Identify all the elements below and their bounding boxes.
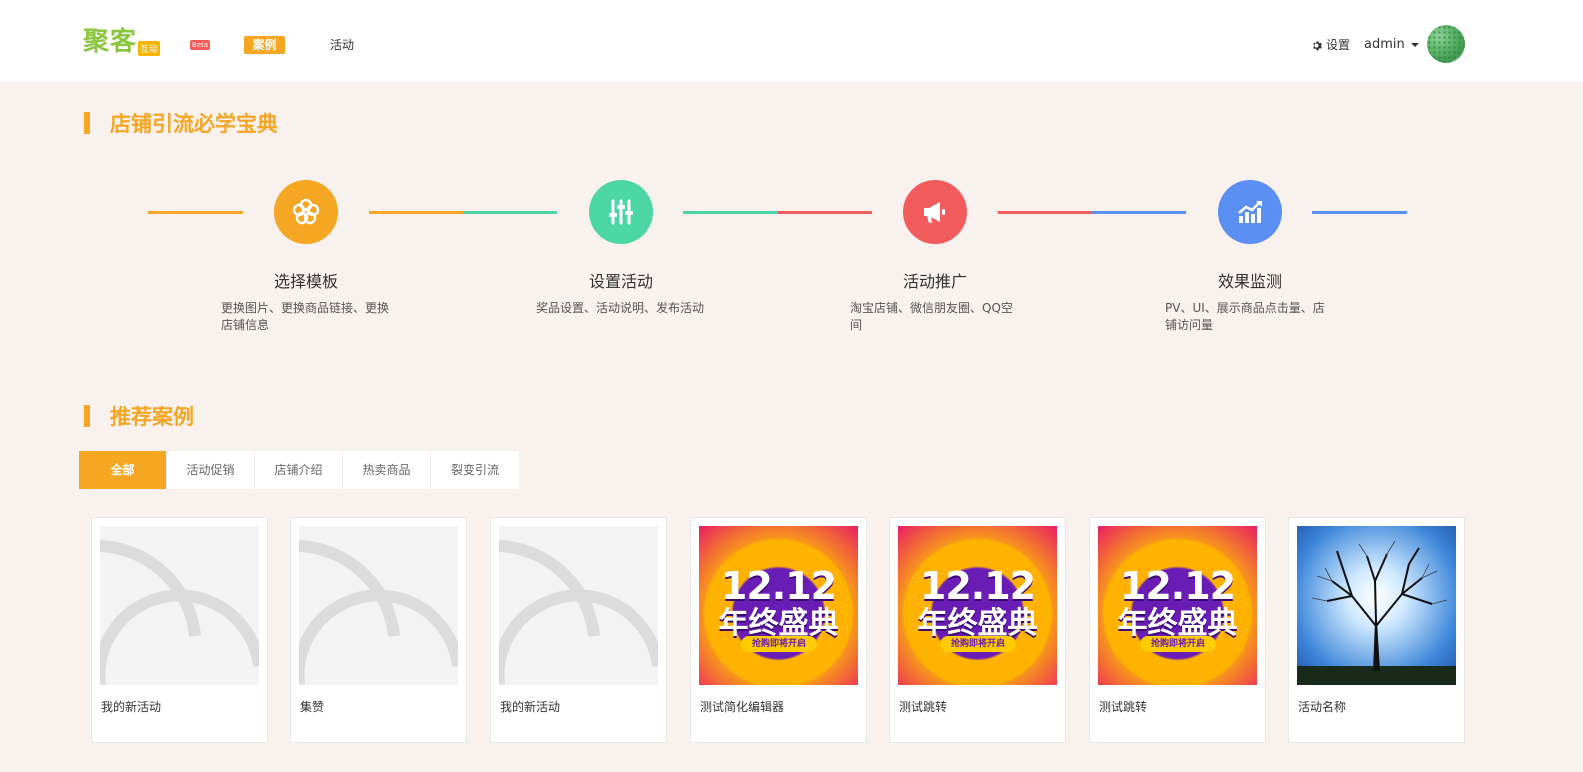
step-line: [1092, 211, 1186, 214]
logo-text: 聚客: [83, 27, 138, 57]
gear-icon: [1313, 40, 1322, 50]
step-line: [148, 211, 243, 214]
tree-icon: [1297, 540, 1456, 685]
step-title: 效果监测: [1217, 272, 1282, 291]
tab-all[interactable]: 全部: [79, 451, 167, 489]
promo-pill: 抢购即将开启: [940, 636, 1016, 652]
settings-link[interactable]: 设置: [1311, 36, 1350, 54]
case-card[interactable]: 活动名称: [1288, 517, 1465, 743]
case-card[interactable]: 12.12 年终盛典 抢购即将开启 测试跳转: [889, 517, 1066, 743]
step-select-template: [274, 180, 338, 244]
step-line: [463, 211, 557, 214]
beta-badge: Beta: [190, 40, 211, 50]
placeholder-image: [499, 526, 658, 685]
case-name: 我的新活动: [500, 700, 561, 714]
step-desc: 奖品设置、活动说明、发布活动: [536, 301, 705, 315]
guide-section-title: 店铺引流必学宝典: [84, 108, 278, 138]
cases-section-title: 推荐案例: [84, 401, 194, 431]
step-title: 设置活动: [588, 272, 653, 291]
promo-image: 12.12 年终盛典 抢购即将开启: [699, 526, 858, 685]
case-name: 活动名称: [1298, 700, 1347, 714]
tree-image: [1297, 526, 1456, 685]
case-name: 测试跳转: [899, 700, 948, 714]
step-line: [998, 211, 1092, 214]
step-promote: [903, 180, 967, 244]
image-placeholder-icon: [499, 539, 658, 685]
tab-promotion[interactable]: 活动促销: [167, 451, 255, 489]
user-name: admin: [1364, 37, 1405, 52]
case-card[interactable]: 我的新活动: [91, 517, 268, 743]
case-card[interactable]: 12.12 年终盛典 抢购即将开启 测试跳转: [1089, 517, 1266, 743]
chart-icon: [1238, 201, 1262, 223]
step-title: 活动推广: [902, 272, 967, 291]
step-desc: 淘宝店铺、微信朋友圈、QQ空间: [850, 301, 1013, 332]
case-name: 我的新活动: [101, 700, 162, 714]
case-card[interactable]: 集赞: [290, 517, 467, 743]
cases-title: 推荐案例: [110, 405, 194, 429]
step-line: [778, 211, 872, 214]
placeholder-image: [100, 526, 259, 685]
logo-badge: 互动: [138, 41, 161, 56]
case-card[interactable]: 12.12 年终盛典 抢购即将开启 测试简化编辑器: [690, 517, 867, 743]
promo-pill: 抢购即将开启: [1140, 636, 1216, 652]
step-line: [369, 211, 463, 214]
case-name: 集赞: [300, 700, 325, 714]
nav-cases[interactable]: 案例: [244, 36, 285, 54]
promo-pill: 抢购即将开启: [741, 636, 817, 652]
step-title: 选择模板: [273, 272, 338, 291]
guide-title: 店铺引流必学宝典: [110, 112, 278, 136]
step-line: [1312, 211, 1407, 214]
case-filter-tabs: 全部 活动促销 店铺介绍 热卖商品 裂变引流: [79, 451, 519, 489]
placeholder-image: [299, 526, 458, 685]
case-name: 测试跳转: [1099, 700, 1148, 714]
sliders-icon: [609, 199, 633, 225]
case-card[interactable]: 我的新活动: [490, 517, 667, 743]
step-line: [683, 211, 778, 214]
step-setup-activity: [589, 180, 653, 244]
tab-store-intro[interactable]: 店铺介绍: [255, 451, 343, 489]
image-placeholder-icon: [299, 539, 458, 685]
top-header: 聚客 互动 Beta 案例 活动 设置 admin: [0, 0, 1583, 83]
megaphone-icon: [924, 202, 945, 223]
image-placeholder-icon: [100, 539, 259, 685]
promo-image: 12.12 年终盛典 抢购即将开启: [898, 526, 1057, 685]
title-bar: [84, 405, 90, 427]
user-menu[interactable]: admin: [1364, 36, 1419, 54]
flower-icon: [292, 198, 320, 225]
tab-hot-products[interactable]: 热卖商品: [343, 451, 431, 489]
promo-image: 12.12 年终盛典 抢购即将开启: [1098, 526, 1257, 685]
nav-activity[interactable]: 活动: [330, 36, 354, 54]
step-desc: PV、UI、展示商品点击量、店铺访问量: [1165, 301, 1325, 332]
logo[interactable]: 聚客 互动: [83, 26, 161, 58]
step-monitor: [1218, 180, 1282, 244]
avatar[interactable]: [1427, 25, 1465, 63]
case-name: 测试简化编辑器: [700, 700, 785, 714]
settings-label: 设置: [1326, 38, 1351, 52]
chevron-down-icon: [1410, 43, 1419, 47]
step-desc: 更换图片、更换商品链接、更换店铺信息: [221, 301, 390, 332]
tab-viral[interactable]: 裂变引流: [431, 451, 519, 489]
title-bar: [84, 112, 90, 134]
